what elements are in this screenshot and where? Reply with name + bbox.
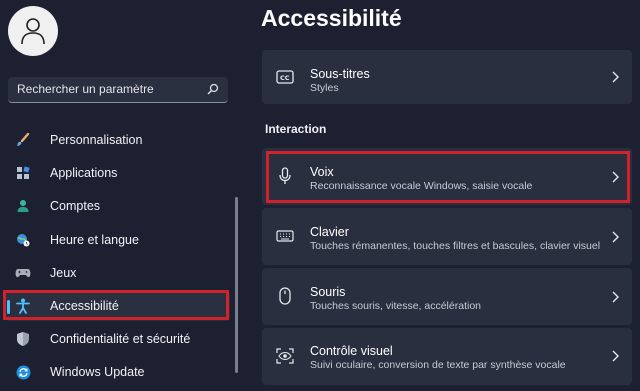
- card-subtitle: Touches rémanentes, touches filtres et b…: [310, 240, 601, 252]
- card-title: Contrôle visuel: [310, 344, 393, 358]
- mouse-icon: [276, 287, 294, 305]
- chevron-right-icon: [612, 171, 619, 183]
- sidebar-item-label: Applications: [50, 166, 118, 181]
- sidebar-item-label: Heure et langue: [50, 232, 139, 247]
- card-clavier[interactable]: Clavier Touches rémanentes, touches filt…: [262, 208, 632, 265]
- keyboard-icon: [276, 227, 294, 245]
- sidebar-item-confidentialite[interactable]: Confidentialité et sécurité: [6, 324, 230, 354]
- search-input[interactable]: [8, 77, 207, 101]
- card-sous-titres[interactable]: CC Sous-titres Styles: [262, 50, 632, 104]
- user-icon: [21, 18, 45, 45]
- accessibility-icon: [15, 298, 31, 314]
- apps-icon: [15, 165, 31, 181]
- svg-text:CC: CC: [280, 74, 290, 82]
- update-icon: [15, 364, 31, 380]
- chevron-right-icon: [612, 291, 619, 303]
- sidebar-item-windows-update[interactable]: Windows Update: [6, 357, 230, 387]
- search-box[interactable]: [8, 77, 228, 103]
- page-title: Accessibilité: [261, 5, 402, 31]
- card-subtitle: Touches souris, vitesse, accélération: [310, 300, 481, 312]
- paintbrush-icon: [15, 132, 31, 148]
- card-subtitle: Suivi oculaire, conversion de texte par …: [310, 359, 566, 371]
- globe-clock-icon: [15, 232, 31, 248]
- sidebar-item-applications[interactable]: Applications: [6, 158, 230, 188]
- card-subtitle: Styles: [310, 82, 339, 94]
- card-voix[interactable]: Voix Reconnaissance vocale Windows, sais…: [262, 148, 632, 205]
- card-title: Voix: [310, 165, 334, 179]
- user-icon: [15, 198, 31, 214]
- sidebar-scrollbar[interactable]: [235, 197, 238, 373]
- sidebar-item-personnalisation[interactable]: Personnalisation: [6, 125, 230, 155]
- gamepad-icon: [15, 265, 31, 281]
- card-title: Clavier: [310, 225, 349, 239]
- card-title: Sous-titres: [310, 67, 370, 81]
- shield-icon: [15, 331, 31, 347]
- card-souris[interactable]: Souris Touches souris, vitesse, accéléra…: [262, 268, 632, 325]
- captions-icon: CC: [276, 68, 294, 86]
- sidebar: Personnalisation Applications Comptes: [0, 0, 245, 385]
- sidebar-item-label: Personnalisation: [50, 133, 143, 147]
- card-controle-visuel[interactable]: Contrôle visuel Suivi oculaire, conversi…: [262, 328, 632, 385]
- sidebar-item-accessibilite[interactable]: Accessibilité: [6, 290, 230, 321]
- section-label-interaction: Interaction: [265, 122, 327, 136]
- chevron-right-icon: [612, 71, 619, 83]
- search-icon[interactable]: [206, 82, 220, 96]
- chevron-right-icon: [612, 231, 619, 243]
- sidebar-item-label: Comptes: [50, 199, 101, 214]
- eye-control-icon: [276, 347, 294, 365]
- card-subtitle: Reconnaissance vocale Windows, saisie vo…: [310, 180, 533, 192]
- sidebar-item-label: Windows Update: [50, 365, 145, 380]
- sidebar-item-label: Jeux: [50, 265, 77, 280]
- sidebar-nav: Personnalisation Applications Comptes He…: [6, 125, 230, 391]
- sidebar-item-comptes[interactable]: Comptes: [6, 191, 230, 221]
- card-title: Souris: [310, 285, 346, 299]
- sidebar-item-heure-et-langue[interactable]: Heure et langue: [6, 225, 230, 255]
- sidebar-item-label: Confidentialité et sécurité: [50, 332, 191, 347]
- microphone-icon: [276, 167, 294, 185]
- sidebar-item-jeux[interactable]: Jeux: [6, 258, 230, 288]
- sidebar-item-label: Accessibilité: [50, 298, 119, 313]
- user-avatar[interactable]: [8, 6, 58, 56]
- chevron-right-icon: [612, 350, 619, 362]
